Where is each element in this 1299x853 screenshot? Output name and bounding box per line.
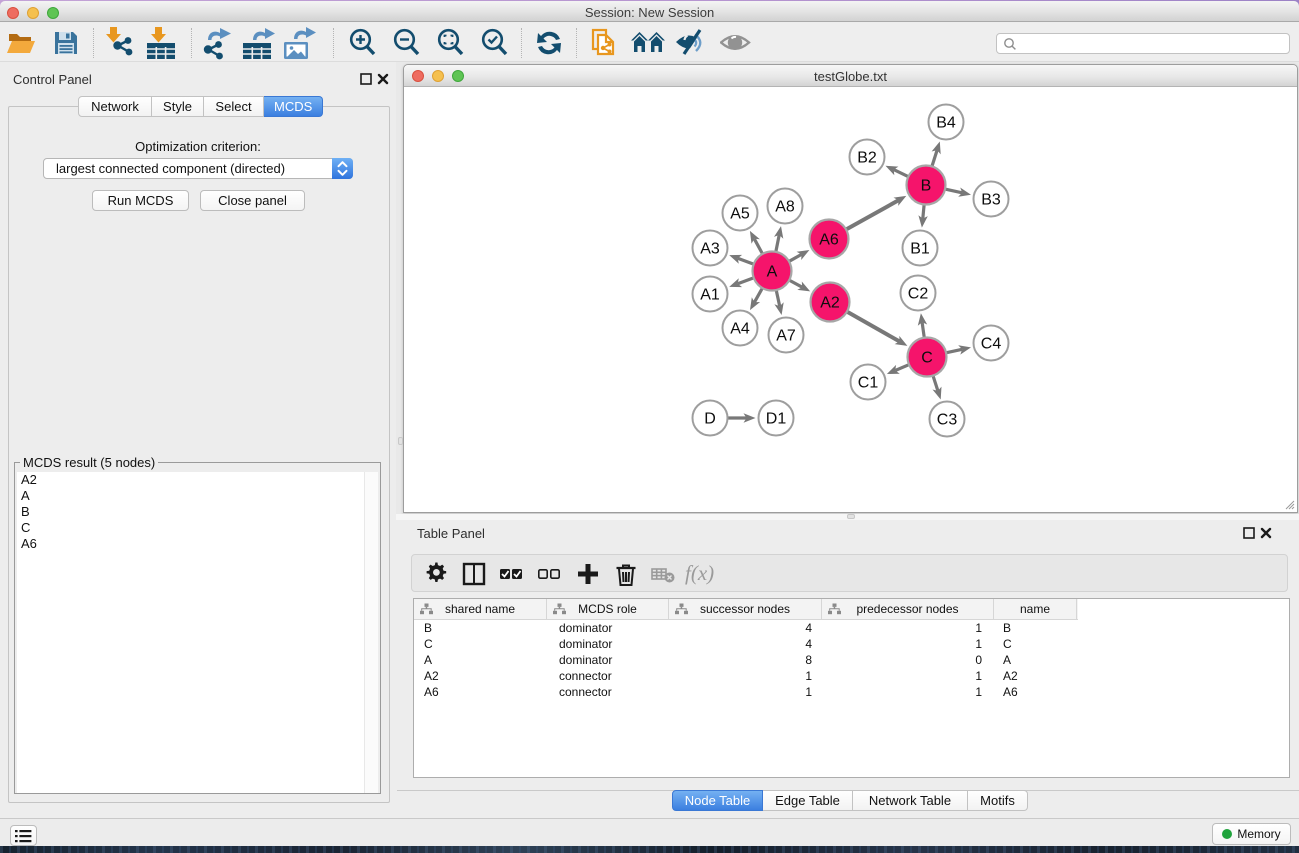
svg-text:A7: A7 [776,328,796,345]
svg-text:B: B [921,178,932,195]
svg-text:A: A [767,264,778,281]
svg-text:B4: B4 [936,115,956,132]
svg-text:C3: C3 [937,412,958,429]
svg-text:C2: C2 [908,286,929,303]
svg-text:A3: A3 [700,241,720,258]
svg-text:D1: D1 [766,411,787,428]
svg-text:B1: B1 [910,241,930,258]
svg-text:C4: C4 [981,336,1002,353]
svg-text:A2: A2 [820,295,840,312]
svg-text:A4: A4 [730,321,750,338]
svg-text:A6: A6 [819,232,839,249]
svg-text:B2: B2 [857,150,877,167]
svg-text:A5: A5 [730,206,750,223]
svg-text:A8: A8 [775,199,795,216]
svg-text:A1: A1 [700,287,720,304]
svg-text:B3: B3 [981,192,1001,209]
svg-text:D: D [704,411,716,428]
svg-text:C: C [921,350,933,367]
svg-text:C1: C1 [858,375,879,392]
